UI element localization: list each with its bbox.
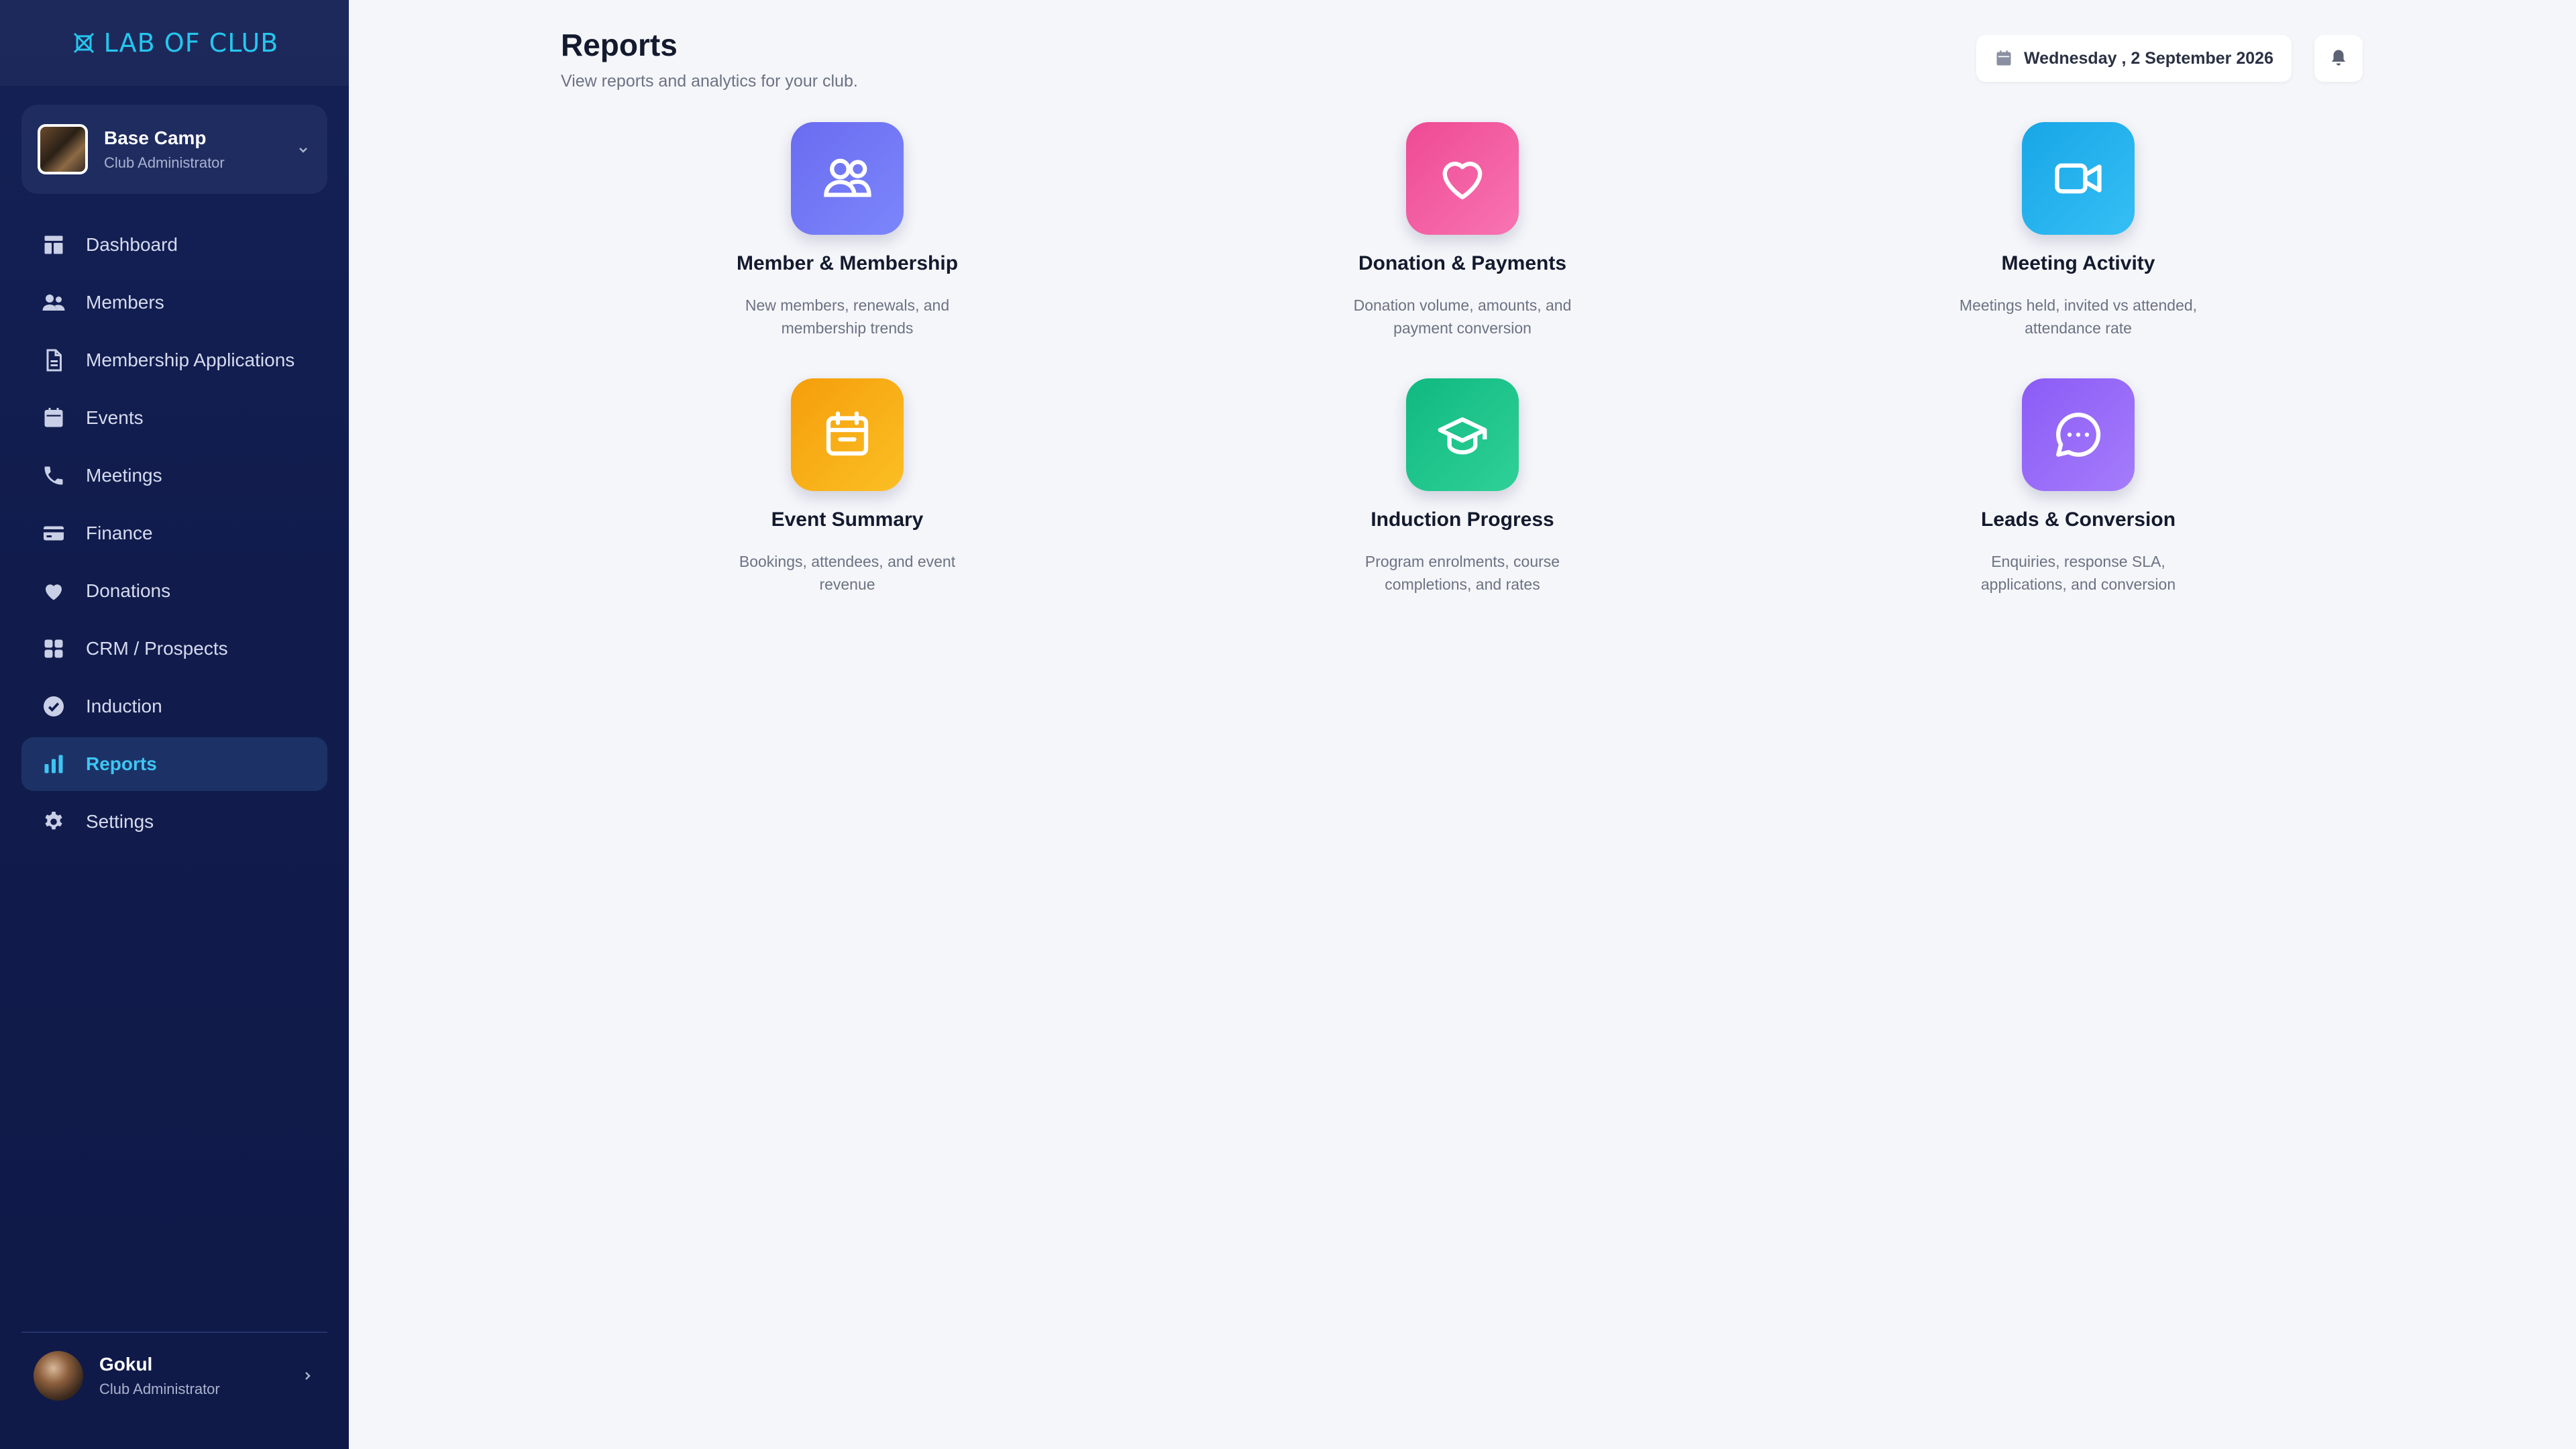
sidebar-item-label: Finance (86, 523, 153, 543)
sidebar-item-events[interactable]: Events (21, 391, 327, 445)
report-title: Event Summary (771, 508, 924, 531)
sidebar: LAB OF CLUB Base Camp Club Administrator… (0, 0, 349, 1449)
report-title: Member & Membership (736, 252, 959, 274)
video-icon (2055, 163, 2102, 194)
sidebar-item-label: Settings (86, 811, 154, 832)
sidebar-item-label: Dashboard (86, 234, 178, 255)
credit-card-icon (44, 526, 64, 541)
report-description: Bookings, attendees, and event revenue (739, 553, 956, 593)
sidebar-item-meetings[interactable]: Meetings (21, 449, 327, 502)
dashboard-icon (44, 235, 63, 254)
members-icon (42, 294, 65, 311)
report-card-event-summary[interactable]: Event Summary Bookings, attendees, and e… (680, 378, 1015, 620)
sidebar-nav: Dashboard Members Membership Application… (21, 218, 327, 853)
club-switcher[interactable]: Base Camp Club Administrator (21, 105, 327, 194)
club-name: Base Camp (104, 127, 207, 148)
calendar-icon (44, 408, 63, 427)
report-card-member-membership[interactable]: Member & Membership New members, renewal… (680, 122, 1015, 364)
graduation-cap-icon (1438, 417, 1487, 455)
grid-icon (44, 639, 63, 658)
sidebar-item-label: Meetings (86, 465, 162, 486)
sidebar-item-induction[interactable]: Induction (21, 680, 327, 733)
report-tile (791, 122, 904, 235)
report-card-donation-payments[interactable]: Donation & Payments Donation volume, amo… (1295, 122, 1630, 364)
brand-name: LAB OF CLUB (103, 28, 279, 58)
report-card-leads-conversion[interactable]: Leads & Conversion Enquiries, response S… (1911, 378, 2246, 620)
report-tile (1406, 122, 1519, 235)
users-icon (824, 158, 871, 197)
report-title: Induction Progress (1371, 508, 1554, 531)
calendar-icon (1996, 50, 2011, 66)
report-card-induction-progress[interactable]: Induction Progress Program enrolments, c… (1295, 378, 1630, 620)
sidebar-item-reports[interactable]: Reports (21, 737, 327, 791)
user-role: Club Administrator (99, 1381, 220, 1397)
sidebar-item-members[interactable]: Members (21, 276, 327, 329)
chat-bubble-icon (2056, 413, 2101, 457)
avatar (34, 1351, 83, 1401)
report-tile (791, 378, 904, 491)
sidebar-item-label: Induction (86, 696, 162, 716)
sidebar-item-label: Donations (86, 580, 171, 601)
sidebar-item-dashboard[interactable]: Dashboard (21, 218, 327, 272)
user-name: Gokul (99, 1354, 153, 1375)
chevron-down-icon (299, 147, 307, 153)
report-description: New members, renewals, and membership tr… (745, 297, 950, 337)
chevron-right-icon (305, 1372, 311, 1380)
club-role: Club Administrator (104, 154, 225, 171)
heart-icon (1442, 162, 1483, 200)
report-description: Meetings held, invited vs attended, atte… (1959, 297, 2198, 337)
heart-icon (46, 584, 62, 600)
notifications-button[interactable] (2314, 35, 2363, 82)
sidebar-item-label: Membership Applications (86, 350, 295, 370)
sidebar-item-label: Events (86, 407, 144, 428)
user-profile-menu[interactable]: Gokul Club Administrator (21, 1332, 327, 1419)
report-description: Donation volume, amounts, and payment co… (1353, 297, 1572, 337)
sidebar-item-crm-prospects[interactable]: CRM / Prospects (21, 622, 327, 676)
report-title: Meeting Activity (2001, 252, 2155, 274)
gear-icon (45, 812, 62, 830)
report-title: Leads & Conversion (1980, 508, 2176, 531)
report-title: Donation & Payments (1358, 252, 1567, 274)
report-description: Program enrolments, course completions, … (1364, 553, 1560, 593)
logo-icon (73, 32, 94, 54)
club-avatar (38, 124, 88, 174)
report-tile (1406, 378, 1519, 491)
report-tile (2022, 122, 2135, 235)
document-icon (46, 349, 62, 372)
report-card-meeting-activity[interactable]: Meeting Activity Meetings held, invited … (1911, 122, 2246, 364)
sidebar-item-donations[interactable]: Donations (21, 564, 327, 618)
report-tile (2022, 378, 2135, 491)
calendar-icon (826, 411, 869, 456)
sidebar-item-label: Members (86, 292, 164, 313)
date-display[interactable]: Wednesday , 2 September 2026 (1976, 35, 2292, 82)
page-subtitle: View reports and analytics for your club… (561, 72, 858, 91)
report-description: Enquiries, response SLA, applications, a… (1980, 553, 2176, 593)
phone-icon (44, 466, 63, 485)
bell-icon (2332, 50, 2345, 66)
brand-logo[interactable]: LAB OF CLUB (0, 0, 349, 86)
page-title: Reports (561, 28, 678, 62)
sidebar-item-finance[interactable]: Finance (21, 506, 327, 560)
check-circle-icon (44, 696, 64, 716)
sidebar-item-label: Reports (86, 753, 157, 774)
sidebar-item-membership-applications[interactable]: Membership Applications (21, 333, 327, 387)
bar-chart-icon (44, 755, 63, 773)
current-date: Wednesday , 2 September 2026 (2024, 48, 2273, 68)
sidebar-item-settings[interactable]: Settings (21, 795, 327, 849)
sidebar-item-label: CRM / Prospects (86, 638, 228, 659)
